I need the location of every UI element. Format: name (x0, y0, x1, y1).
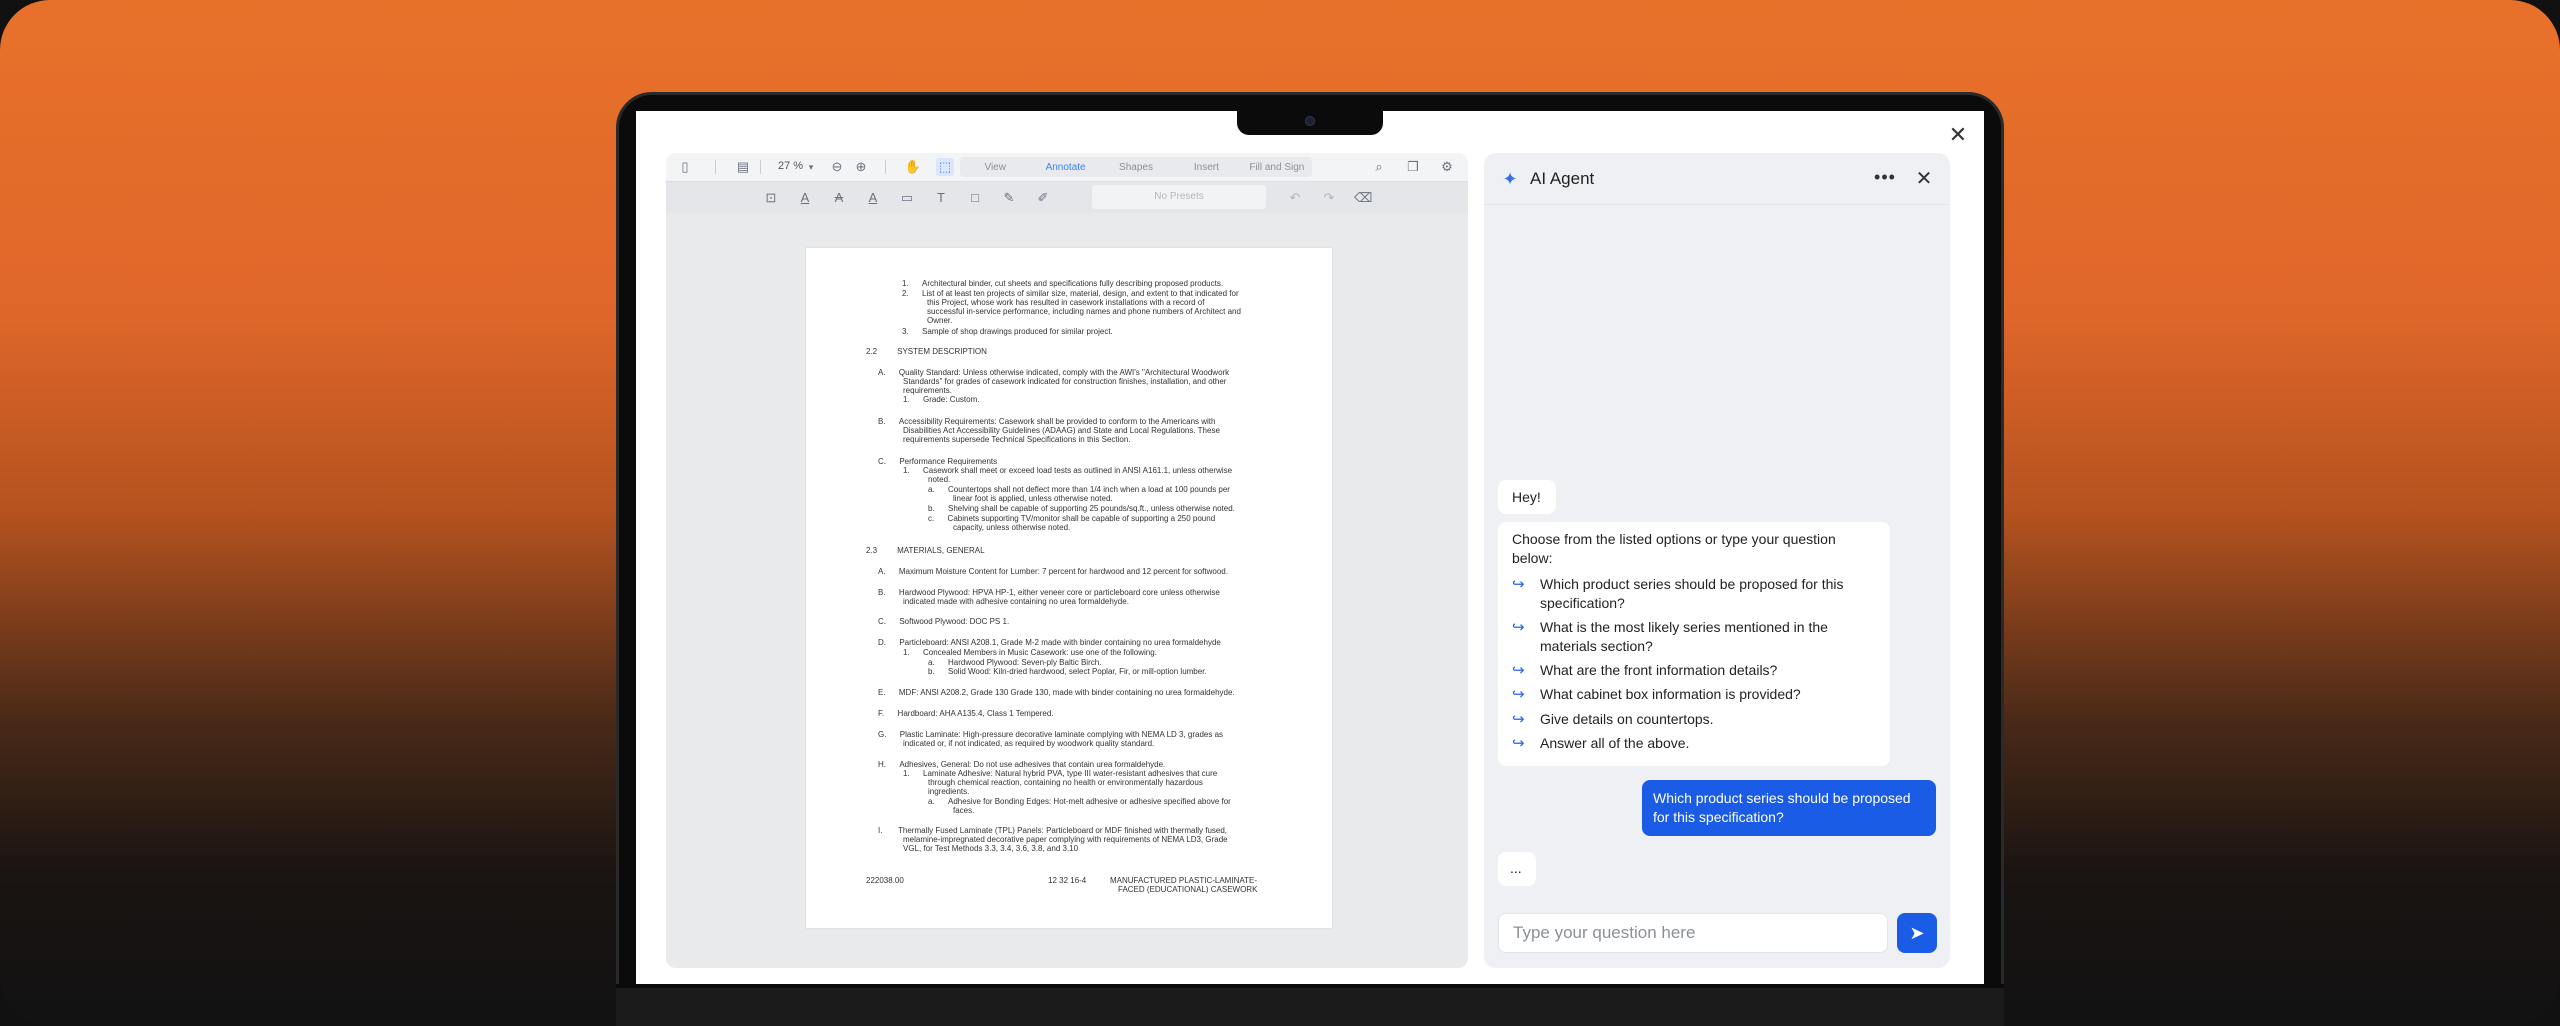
options-prompt: Choose from the listed options or type y… (1512, 531, 1836, 566)
redo-icon[interactable]: ↷ (1320, 189, 1338, 207)
doc-line: noted. (928, 475, 951, 484)
hand-tool-icon[interactable]: ✋ (904, 158, 922, 176)
tab-insert[interactable]: Insert (1171, 162, 1241, 173)
comments-icon[interactable]: ❐ (1404, 158, 1422, 176)
doc-footer-page: 12 32 16-4 (1048, 876, 1087, 885)
highlighter-icon[interactable]: ✐ (1034, 189, 1052, 207)
doc-line: F. Hardboard: AHA A135.4, Class 1 Temper… (878, 709, 1054, 718)
doc-line: 3. Sample of shop drawings produced for … (902, 327, 1113, 336)
rectangle-icon[interactable]: □ (966, 189, 984, 207)
user-message: Which product series should be proposed … (1642, 780, 1936, 836)
tab-shapes[interactable]: Shapes (1101, 162, 1171, 173)
doc-line: 1. Concealed Members in Music Casework: … (903, 648, 1157, 657)
laptop-screen: ✕ ▯ ▤ 27 % ▾ ⊖ ⊕ ✋ ⬚ View Annotate Shape… (636, 111, 1984, 984)
comment-icon[interactable]: ▭ (898, 189, 916, 207)
doc-line: 1. Grade: Custom. (903, 395, 980, 404)
gear-icon[interactable]: ⚙ (1438, 158, 1456, 176)
doc-line: VGL, for Test Methods 3.3, 3.4, 3.6, 3.8… (903, 844, 1079, 853)
camera-icon (1305, 116, 1315, 126)
window-close-icon[interactable]: ✕ (1946, 123, 1970, 147)
document-page: 1. Architectural binder, cut sheets and … (806, 248, 1332, 928)
doc-line: 1. Architectural binder, cut sheets and … (902, 279, 1224, 288)
zoom-level[interactable]: 27 % (778, 160, 803, 172)
agent-greeting: Hey! (1498, 480, 1556, 514)
arrow-right-icon: ↪ (1512, 735, 1525, 752)
doc-line: linear foot is applied, unless otherwise… (953, 494, 1113, 503)
search-icon[interactable]: ⌕ (1370, 158, 1388, 176)
send-icon: ➤ (1909, 923, 1925, 943)
select-tool-icon[interactable]: ⬚ (936, 158, 954, 176)
doc-line: E. MDF: ANSI A208.2, Grade 130 Grade 130… (878, 688, 1235, 697)
arrow-right-icon: ↪ (1512, 662, 1525, 679)
send-button[interactable]: ➤ (1897, 913, 1937, 953)
doc-line: successful in-service performance, inclu… (927, 307, 1241, 316)
tab-view[interactable]: View (960, 162, 1030, 173)
zoom-in-icon[interactable]: ⊕ (852, 158, 870, 176)
toolbar-divider (715, 160, 716, 174)
text-box-icon[interactable]: ⊡ (762, 189, 780, 207)
doc-line: ingredients. (928, 787, 970, 796)
more-options-icon[interactable]: ••• (1873, 167, 1897, 191)
zoom-out-icon[interactable]: ⊖ (828, 158, 846, 176)
arrow-right-icon: ↪ (1512, 711, 1525, 728)
doc-line: Owner. (927, 316, 953, 325)
doc-line: C. Softwood Plywood: DOC PS 1. (878, 617, 1010, 626)
pdf-viewer: ▯ ▤ 27 % ▾ ⊖ ⊕ ✋ ⬚ View Annotate Shapes … (666, 153, 1468, 968)
section-heading: 2.2 SYSTEM DESCRIPTION (866, 347, 987, 356)
mode-tabs: View Annotate Shapes Insert Fill and Sig… (960, 157, 1312, 177)
question-input[interactable] (1498, 913, 1888, 953)
tab-fill-and-sign[interactable]: Fill and Sign (1242, 162, 1312, 173)
eraser-icon[interactable]: ⌫ (1354, 189, 1372, 207)
doc-footer-left: 222038.00 (866, 876, 904, 885)
laptop-base (616, 984, 2004, 1026)
doc-line: b. Shelving shall be capable of supporti… (928, 504, 1235, 513)
page-icon[interactable]: ▤ (734, 158, 752, 176)
doc-line: b. Solid Wood: Kiln-dried hardwood, sele… (928, 667, 1207, 676)
ai-agent-panel: ✦ AI Agent ••• ✕ Hey! Choose from the li… (1484, 153, 1950, 968)
tab-annotate[interactable]: Annotate (1030, 162, 1100, 173)
panel-title: AI Agent (1530, 169, 1595, 188)
main-toolbar: ▯ ▤ 27 % ▾ ⊖ ⊕ ✋ ⬚ View Annotate Shapes … (666, 153, 1468, 181)
doc-line: faces. (953, 806, 975, 815)
strikethrough-icon[interactable]: A (830, 189, 848, 207)
arrow-right-icon: ↪ (1512, 576, 1525, 593)
sidebar-toggle-icon[interactable]: ▯ (676, 158, 694, 176)
agent-options-message: Choose from the listed options or type y… (1498, 522, 1890, 766)
doc-footer-title: FACED (EDUCATIONAL) CASEWORK (1118, 885, 1258, 894)
undo-icon[interactable]: ↶ (1286, 189, 1304, 207)
annotation-toolbar: ⊡ A A A ▭ T □ ✎ ✐ No Presets ↶ ↷ ⌫ (666, 181, 1468, 213)
chevron-down-icon[interactable]: ▾ (802, 158, 820, 176)
doc-line: A. Maximum Moisture Content for Lumber: … (878, 567, 1228, 576)
typing-indicator: ... (1498, 852, 1536, 886)
toolbar-divider (885, 160, 886, 174)
underline-icon[interactable]: A (796, 189, 814, 207)
arrow-right-icon: ↪ (1512, 619, 1525, 636)
doc-line: indicated made with adhesive containing … (903, 597, 1129, 606)
panel-header: ✦ AI Agent ••• ✕ (1484, 153, 1950, 205)
pen-icon[interactable]: ✎ (1000, 189, 1018, 207)
sparkle-icon: ✦ (1502, 169, 1518, 189)
doc-line: 1. Casework shall meet or exceed load te… (903, 466, 1233, 475)
doc-line: D. Particleboard: ANSI A208.1, Grade M-2… (878, 638, 1221, 647)
section-heading: 2.3 MATERIALS, GENERAL (866, 546, 985, 555)
presets-dropdown[interactable]: No Presets (1092, 185, 1266, 209)
doc-line: capacity, unless otherwise noted. (953, 523, 1071, 532)
doc-line: indicated or, if not indicated, as requi… (903, 739, 1155, 748)
text-icon[interactable]: T (932, 189, 950, 207)
close-icon[interactable]: ✕ (1912, 167, 1936, 191)
squiggly-icon[interactable]: A (864, 189, 882, 207)
toolbar-divider (760, 160, 761, 174)
doc-line: requirements supersede Technical Specifi… (903, 435, 1131, 444)
arrow-right-icon: ↪ (1512, 686, 1525, 703)
